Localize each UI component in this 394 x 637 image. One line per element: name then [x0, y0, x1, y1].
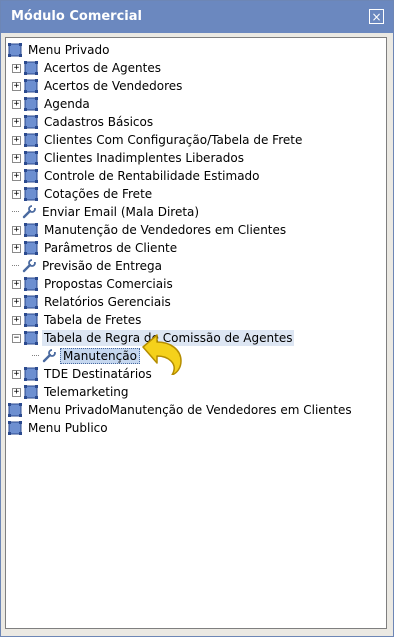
tree-connector [12, 211, 19, 213]
curved-arrow-pointer-icon [142, 334, 182, 375]
tree-item-label: Clientes Com Configuração/Tabela de Fret… [44, 133, 303, 147]
expand-toggle[interactable]: + [12, 225, 21, 235]
expand-toggle[interactable]: + [12, 243, 21, 253]
tree-top-level-item[interactable]: Menu Publico [8, 419, 110, 437]
tree-item-label: Manutenção de Vendedores em Clientes [44, 223, 287, 237]
folder-icon [24, 61, 38, 75]
tree-root-menu-privado[interactable]: Menu Privado [8, 41, 111, 59]
tree-item-label: Previsão de Entrega [42, 259, 163, 273]
title-bar: Módulo Comercial × [1, 1, 393, 33]
tree-item-label: Clientes Inadimplentes Liberados [44, 151, 244, 165]
tree-item[interactable]: + Cadastros Básicos [12, 113, 155, 131]
tree-item-label: Telemarketing [44, 385, 129, 399]
folder-icon [8, 421, 22, 435]
collapse-toggle[interactable]: − [12, 333, 21, 343]
tree-item-label: Acertos de Vendedores [44, 79, 183, 93]
modulo-comercial-window: Módulo Comercial × Menu Privado + Acertos … [0, 0, 394, 637]
tree-item[interactable]: + Telemarketing [12, 383, 131, 401]
folder-icon [24, 169, 38, 183]
close-button[interactable]: × [369, 9, 384, 24]
tree-connector [32, 355, 39, 357]
tree-item[interactable]: + Acertos de Agentes [12, 59, 163, 77]
folder-icon [24, 151, 38, 165]
folder-icon [24, 187, 38, 201]
expand-toggle[interactable]: + [12, 81, 21, 91]
tree-item-label: Parâmetros de Cliente [44, 241, 178, 255]
tree-item-label: Agenda [44, 97, 90, 111]
tree-item[interactable]: + Relatórios Gerenciais [12, 293, 173, 311]
tree-item-label: Controle de Rentabilidade Estimado [44, 169, 260, 183]
folder-icon [24, 223, 38, 237]
wrench-icon [42, 349, 56, 363]
tree-item-label: Menu PrivadoManutenção de Vendedores em … [28, 403, 352, 417]
folder-icon [8, 43, 22, 57]
tree-item-label: Menu Publico [28, 421, 108, 435]
folder-icon [24, 295, 38, 309]
folder-icon [24, 133, 38, 147]
tree-item[interactable]: + Tabela de Fretes [12, 311, 143, 329]
folder-icon [24, 115, 38, 129]
tree-item-label: Propostas Comerciais [44, 277, 173, 291]
folder-icon [24, 331, 38, 345]
folder-icon [24, 97, 38, 111]
expand-toggle[interactable]: + [12, 153, 21, 163]
window-title: Módulo Comercial [11, 9, 142, 24]
expand-toggle[interactable]: + [12, 387, 21, 397]
tree-connector [12, 265, 19, 267]
tree-item[interactable]: + Clientes Com Configuração/Tabela de Fre… [12, 131, 304, 149]
folder-icon [24, 79, 38, 93]
wrench-icon [22, 259, 36, 273]
expand-toggle[interactable]: + [12, 189, 21, 199]
folder-icon [24, 241, 38, 255]
tree-item[interactable]: Previsão de Entrega [12, 257, 164, 275]
tree-item[interactable]: + Acertos de Vendedores [12, 77, 184, 95]
tree-item[interactable]: + Propostas Comerciais [12, 275, 175, 293]
folder-icon [8, 403, 22, 417]
folder-icon [24, 277, 38, 291]
expand-toggle[interactable]: + [12, 117, 21, 127]
expand-toggle[interactable]: + [12, 279, 21, 289]
tree-item[interactable]: + Clientes Inadimplentes Liberados [12, 149, 246, 167]
expand-toggle[interactable]: + [12, 315, 21, 325]
tree-item-label: Tabela de Fretes [44, 313, 142, 327]
expand-toggle[interactable]: + [12, 297, 21, 307]
tree-item-label: Manutenção [60, 348, 140, 364]
expand-toggle[interactable]: + [12, 171, 21, 181]
tree-item-label: Enviar Email (Mala Direta) [42, 205, 200, 219]
tree-child-item[interactable]: Manutenção [32, 347, 140, 365]
expand-toggle[interactable]: + [12, 135, 21, 145]
tree-item[interactable]: + Cotações de Frete [12, 185, 154, 203]
tree-item-label: Relatórios Gerenciais [44, 295, 171, 309]
tree-item[interactable]: + Agenda [12, 95, 92, 113]
tree-top-level-item[interactable]: Menu PrivadoManutenção de Vendedores em … [8, 401, 354, 419]
wrench-icon [22, 205, 36, 219]
tree-item-label: Cotações de Frete [44, 187, 153, 201]
folder-icon [24, 313, 38, 327]
folder-icon [24, 385, 38, 399]
tree-item[interactable]: + Manutenção de Vendedores em Clientes [12, 221, 288, 239]
expand-toggle[interactable]: + [12, 99, 21, 109]
tree-item[interactable]: + Parâmetros de Cliente [12, 239, 179, 257]
tree-item-label: Acertos de Agentes [44, 61, 161, 75]
expand-toggle[interactable]: + [12, 63, 21, 73]
tree-item[interactable]: + Controle de Rentabilidade Estimado [12, 167, 262, 185]
tree-item[interactable]: + TDE Destinatários [12, 365, 154, 383]
tree-item-label: Menu Privado [28, 43, 110, 57]
menu-tree-panel: Menu Privado + Acertos de Agentes + Acertos … [5, 37, 387, 629]
folder-icon [24, 367, 38, 381]
tree-item-label: Cadastros Básicos [44, 115, 154, 129]
tree-item[interactable]: Enviar Email (Mala Direta) [12, 203, 201, 221]
expand-toggle[interactable]: + [12, 369, 21, 379]
